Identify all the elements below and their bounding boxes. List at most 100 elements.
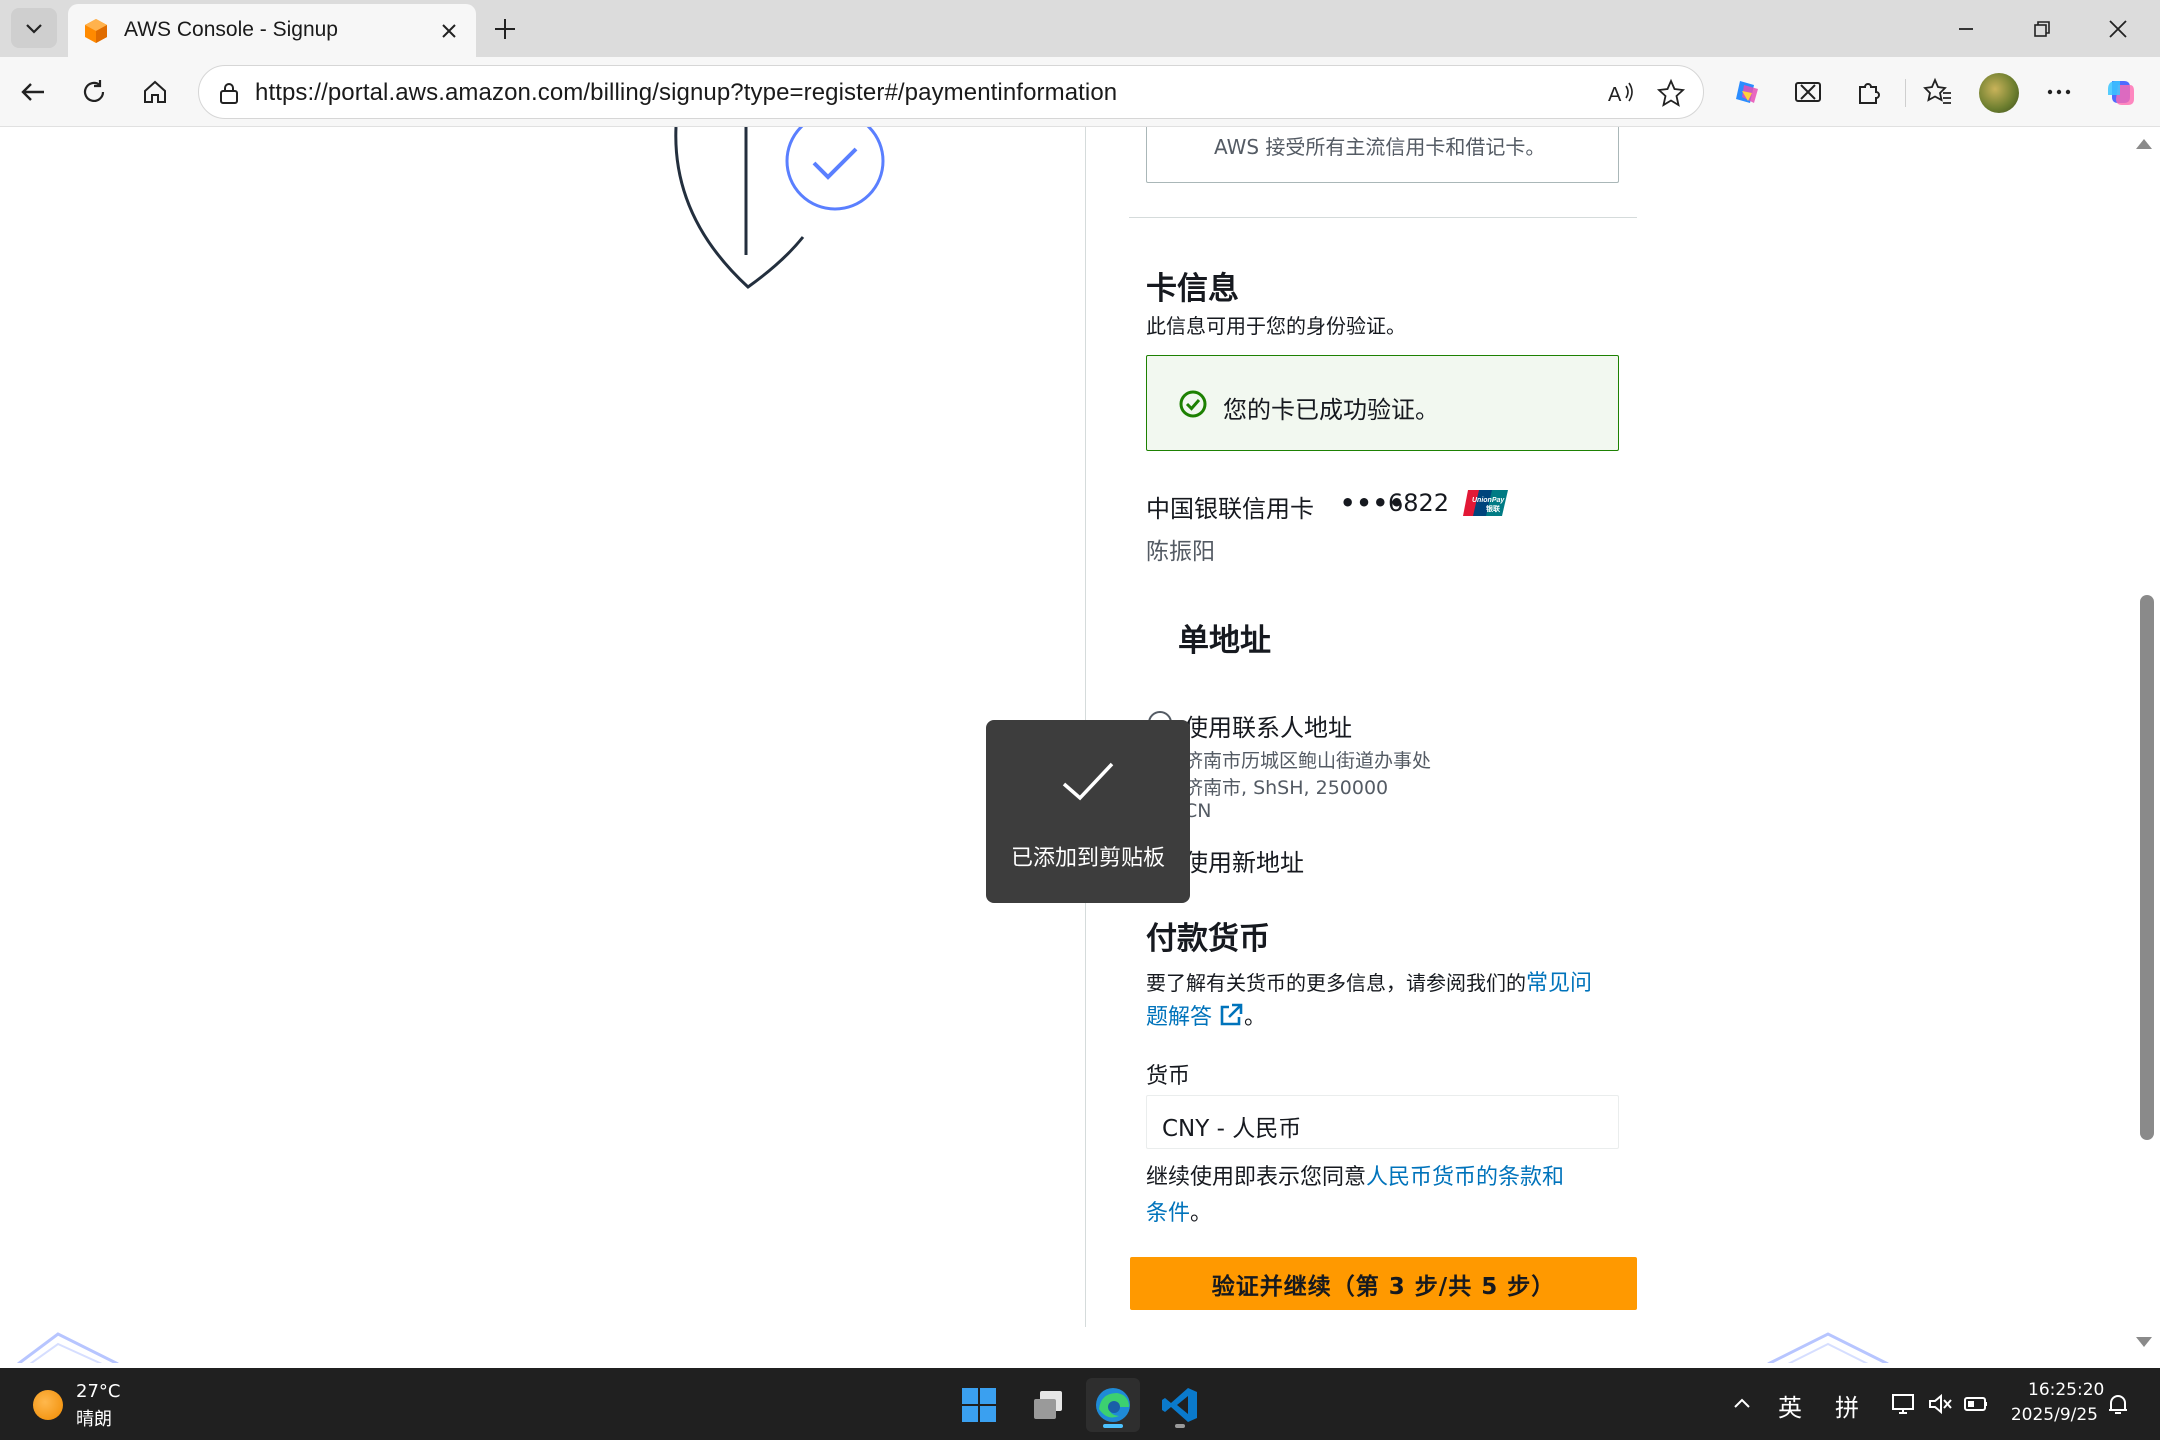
close-tab-button[interactable] [434,16,464,46]
screenshot-icon [1795,82,1821,102]
weather-sun-icon[interactable] [33,1390,63,1420]
faq-suffix: 。 [1244,1005,1267,1030]
clipboard-toast: 已添加到剪贴板 [986,720,1190,903]
tab-actions-button[interactable] [11,8,57,48]
clipboard-toast-text: 已添加到剪贴板 [1010,846,1165,871]
screenshot-button[interactable] [1785,69,1831,115]
task-view-button[interactable] [1021,1378,1075,1432]
profile-avatar[interactable] [1979,73,2019,113]
contact-address-line2: 济南市, ShSH, 250000 [1184,777,1389,799]
faq-link-part1[interactable]: 常见问 [1526,971,1592,996]
edge-taskbar-button[interactable] [1086,1378,1140,1432]
clock-date[interactable]: 2025/9/25 [2008,1405,2098,1425]
currency-field-label: 货币 [1146,1064,1191,1089]
edge-copilot-icon [2108,81,2134,105]
contact-address-line1: 济南市历城区鲍山街道办事处 [1184,750,1432,772]
close-window-button[interactable] [2080,0,2156,57]
favorites-button[interactable] [1915,69,1961,115]
weather-temperature[interactable]: 27°C [76,1381,120,1402]
copilot-button[interactable] [1724,69,1770,115]
scroll-up-arrow-icon[interactable] [2136,139,2152,149]
ime-language-indicator[interactable]: 英 [1778,1388,1802,1423]
card-holder-name: 陈振阳 [1146,539,1215,565]
network-icon[interactable] [1890,1390,1918,1418]
card-info-subtitle: 此信息可用于您的身份验证。 [1146,314,1406,338]
terms-line2: 条件。 [1146,1195,1212,1227]
success-check-icon [1179,390,1207,418]
card-verified-alert: 您的卡已成功验证。 [1146,355,1619,451]
aws-favicon-icon [85,19,107,43]
clock-time[interactable]: 16:25:20 [2028,1380,2104,1400]
card-info-heading: 卡信息 [1146,271,1239,307]
card-type: 中国银联信用卡 [1146,495,1314,523]
home-button[interactable] [132,69,178,115]
faq-link-part2[interactable]: 题解答 [1146,1005,1212,1030]
billing-address-heading: 单地址 [1178,623,1271,659]
more-icon [2047,89,2071,95]
address-bar[interactable]: https://portal.aws.amazon.com/billing/si… [198,65,1704,119]
windows-start-icon [962,1388,996,1422]
minimize-icon [1959,27,1973,30]
extensions-icon [1859,83,1880,104]
read-aloud-icon[interactable]: A [1603,75,1639,111]
use-new-address-label[interactable]: 使用新地址 [1184,843,1304,878]
checkmark-icon [1062,762,1114,801]
vscode-taskbar-button[interactable] [1153,1378,1207,1432]
page-content: AWS 接受所有主流信用卡和借记卡。 卡信息 此信息可用于您的身份验证。 您的卡… [8,127,2133,1363]
new-tab-button[interactable] [486,10,524,48]
toolbar-divider [1905,79,1906,107]
plus-icon [495,19,515,39]
battery-icon[interactable] [1962,1390,1990,1418]
lock-icon[interactable] [215,79,243,107]
close-icon [2109,19,2127,38]
ime-mode-indicator[interactable]: 拼 [1835,1388,1859,1423]
url-text[interactable]: https://portal.aws.amazon.com/billing/si… [255,79,1117,107]
extensions-button[interactable] [1846,69,1892,115]
tab-strip: AWS Console - Signup [0,0,2160,57]
scrollbar-thumb[interactable] [2140,595,2154,1140]
chevron-up-icon [1734,1398,1750,1408]
currency-info-line1: 要了解有关货币的更多信息，请参阅我们的常见问 [1146,965,1592,997]
vscode-icon [1162,1388,1197,1422]
use-contact-address-label[interactable]: 使用联系人地址 [1184,708,1352,743]
verify-continue-button[interactable]: 验证并继续（第 3 步/共 5 步） [1130,1257,1637,1310]
restore-button[interactable] [2004,0,2080,57]
payment-currency-heading: 付款货币 [1146,921,1270,957]
chevron-down-icon [26,24,42,34]
cards-accepted-hint: AWS 接受所有主流信用卡和借记卡。 [1214,135,1546,159]
weather-condition[interactable]: 晴朗 [76,1405,112,1431]
browser-toolbar: https://portal.aws.amazon.com/billing/si… [0,57,2160,127]
shield-check-illustration [674,127,885,289]
scroll-down-arrow-icon[interactable] [2136,1337,2152,1347]
active-tab[interactable]: AWS Console - Signup [68,4,476,57]
page-scrollbar[interactable] [2134,127,2160,1363]
start-button[interactable] [952,1378,1006,1432]
close-icon [442,24,456,38]
back-button[interactable] [10,69,56,115]
refresh-button[interactable] [71,69,117,115]
edge-browser-icon [1096,1388,1130,1422]
more-button[interactable] [2036,69,2082,115]
open-app-indicator [1175,1424,1185,1428]
svg-text:银联: 银联 [1486,504,1501,513]
terms-prefix: 继续使用即表示您同意 [1146,1165,1367,1190]
currency-selected-value[interactable]: CNY - 人民币 [1162,1109,1301,1143]
card-last-four: 6822 [1388,489,1450,517]
show-hidden-icons-button[interactable] [1728,1390,1756,1418]
task-view-icon [1034,1391,1062,1419]
active-app-indicator [1103,1424,1123,1428]
external-link-icon[interactable] [1218,1002,1244,1028]
favorite-star-icon[interactable] [1653,75,1689,111]
currency-info-line2: 题解答 。 [1146,999,1266,1031]
svg-text:UnionPay: UnionPay [1472,497,1505,504]
edge-copilot-button[interactable] [2098,69,2144,115]
copilot-icon [1736,81,1758,103]
currency-select[interactable]: CNY - 人民币 [1146,1095,1619,1149]
terms-link-part2[interactable]: 条件 [1146,1201,1190,1226]
minimize-button[interactable] [1928,0,2004,57]
refresh-icon [83,80,105,103]
notifications-icon[interactable] [2104,1390,2132,1418]
terms-link-part1[interactable]: 人民币货币的条款和 [1366,1165,1564,1190]
volume-muted-icon[interactable] [1926,1390,1954,1418]
terms-line1: 继续使用即表示您同意人民币货币的条款和 [1146,1159,1564,1191]
